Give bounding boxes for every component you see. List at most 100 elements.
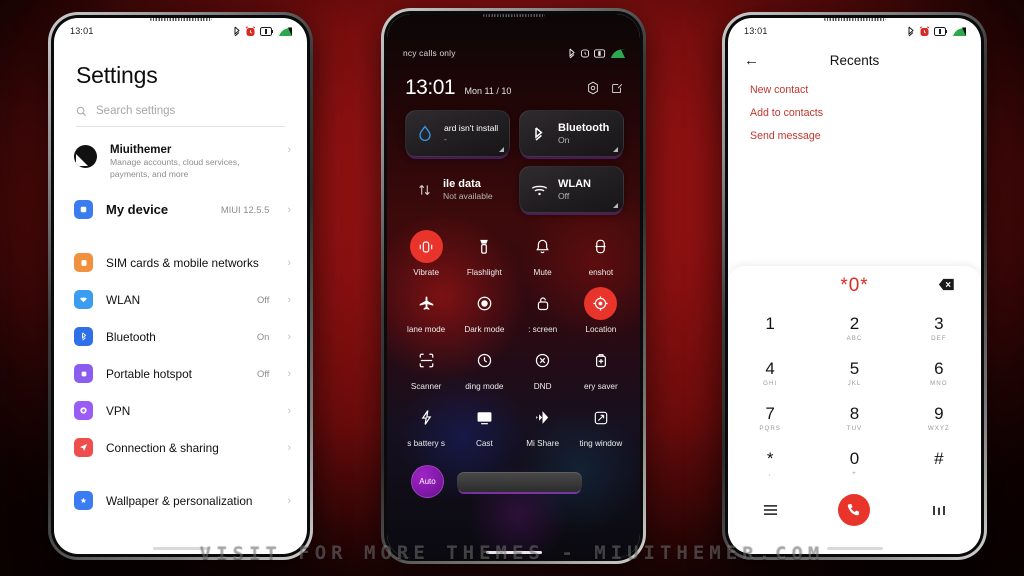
- sidebar-item-sim-cards[interactable]: SIM cards & mobile networks ›: [54, 244, 307, 281]
- auto-brightness-button[interactable]: Auto: [411, 465, 444, 498]
- toggle-mi-share[interactable]: Mi Share: [514, 397, 572, 451]
- toggle-label: Mi Share: [526, 439, 559, 448]
- key-letters: +: [852, 469, 857, 477]
- status-bar: ncy calls only: [387, 40, 640, 66]
- key-number: 5: [849, 358, 860, 378]
- option-add-to-contacts[interactable]: Add to contacts: [728, 96, 981, 119]
- toggle-floating-window[interactable]: ting window: [572, 397, 630, 451]
- brightness-row: Auto: [387, 451, 640, 498]
- key-7[interactable]: 7 PQRS: [728, 396, 812, 441]
- menu-icon: [763, 505, 777, 515]
- card-title: Bluetooth: [558, 122, 610, 134]
- key-9[interactable]: 9 WXYZ: [897, 396, 981, 441]
- option-new-contact[interactable]: New contact: [728, 73, 981, 96]
- call-button[interactable]: [812, 494, 896, 526]
- toggle-scanner[interactable]: Scanner: [397, 340, 455, 394]
- scanner-icon: [410, 344, 443, 377]
- search-input[interactable]: Search settings: [76, 105, 285, 127]
- toggle-mute[interactable]: Mute: [514, 226, 572, 280]
- option-send-message[interactable]: Send message: [728, 119, 981, 142]
- key-number: 1: [765, 313, 775, 333]
- sidebar-item-account[interactable]: Miuithemer Manage accounts, cloud servic…: [54, 133, 307, 191]
- key-letters: ABC: [846, 334, 863, 342]
- key-star[interactable]: *,: [728, 441, 812, 486]
- toggle-cast[interactable]: Cast: [455, 397, 513, 451]
- toggle-screenshot[interactable]: enshot: [572, 226, 630, 280]
- backspace-icon[interactable]: [938, 278, 955, 296]
- toggle-battery-saver[interactable]: ery saver: [572, 340, 630, 394]
- chevron-right-icon: ›: [287, 203, 291, 216]
- toggle-flashlight[interactable]: Flashlight: [455, 226, 513, 280]
- avatar: [74, 145, 97, 168]
- sidebar-item-connection-sharing[interactable]: Connection & sharing ›: [54, 429, 307, 466]
- dialer-bottom-bar: [728, 486, 981, 534]
- item-label: SIM cards & mobile networks: [106, 255, 259, 270]
- home-indicator: [485, 551, 542, 554]
- card-sim[interactable]: ard isn't install -: [405, 110, 510, 157]
- menu-button[interactable]: [728, 504, 812, 516]
- mi-share-icon: [526, 401, 559, 434]
- key-3[interactable]: 3 DEF: [897, 306, 981, 351]
- key-hash[interactable]: #: [897, 441, 981, 486]
- signal-icon: [611, 48, 625, 58]
- toggle-vibrate[interactable]: Vibrate: [397, 226, 455, 280]
- card-bluetooth[interactable]: Bluetooth On: [519, 110, 624, 157]
- edit-icon[interactable]: [611, 82, 624, 95]
- key-letters: JKL: [847, 379, 862, 387]
- status-time: 13:01: [744, 26, 768, 36]
- settings-screen: 13:01 Settings Search settings Miuitheme: [54, 18, 307, 554]
- key-number: *: [766, 448, 774, 468]
- toggle-ultra-battery-saver[interactable]: s battery s: [397, 397, 455, 451]
- dialpad-button[interactable]: [897, 504, 981, 517]
- arrow-left-icon[interactable]: ←: [744, 52, 770, 69]
- sidebar-item-wlan[interactable]: WLAN Off ›: [54, 281, 307, 318]
- key-4[interactable]: 4 GHI: [728, 351, 812, 396]
- key-number: 6: [934, 358, 944, 378]
- resize-corner-icon: [499, 147, 504, 152]
- wifi-icon: [74, 290, 93, 310]
- status-bar: 13:01: [54, 18, 307, 44]
- brightness-slider[interactable]: [457, 471, 582, 492]
- key-number: 3: [934, 313, 944, 333]
- sidebar-item-vpn[interactable]: VPN ›: [54, 392, 307, 429]
- chevron-right-icon: ›: [287, 330, 291, 343]
- key-letters: PQRS: [759, 424, 781, 432]
- item-label: Wallpaper & personalization: [106, 493, 253, 508]
- sidebar-item-portable-hotspot[interactable]: Portable hotspot Off ›: [54, 355, 307, 392]
- toggle-label: Dark mode: [464, 325, 505, 334]
- toggle-lock-screen[interactable]: : screen: [514, 283, 572, 337]
- key-letters: ,: [768, 469, 772, 477]
- toggle-location[interactable]: Location: [572, 283, 630, 337]
- dial-pad: *0* 1 2 ABC 3 DEF 4 GHI 5 JKL 6 MNO 7 PQRS 8 TU…: [728, 266, 981, 554]
- key-1[interactable]: 1: [728, 306, 812, 351]
- key-6[interactable]: 6 MNO: [897, 351, 981, 396]
- card-mobile-data[interactable]: ile data Not available: [405, 166, 510, 213]
- card-wlan[interactable]: WLAN Off: [519, 166, 624, 213]
- signal-icon: [278, 26, 292, 36]
- toggle-airplane-mode[interactable]: lane mode: [397, 283, 455, 337]
- card-title: ile data: [443, 178, 481, 190]
- account-subtitle: Manage accounts, cloud services, payment…: [110, 157, 240, 179]
- reading-mode-icon: [468, 344, 501, 377]
- toggle-dark-mode[interactable]: Dark mode: [455, 283, 513, 337]
- toggle-reading-mode[interactable]: ding mode: [455, 340, 513, 394]
- toggle-dnd[interactable]: DND: [514, 340, 572, 394]
- page-title: Settings: [76, 62, 158, 88]
- settings-gear-icon[interactable]: [586, 81, 600, 95]
- sidebar-item-my-device[interactable]: My device MIUI 12.5.5 ›: [54, 191, 307, 228]
- vibrate-icon: [409, 230, 443, 263]
- toggle-label: Cast: [475, 439, 493, 448]
- bluetooth-icon: [569, 48, 575, 58]
- list-divider: [54, 228, 307, 244]
- sidebar-item-bluetooth[interactable]: Bluetooth On ›: [54, 318, 307, 355]
- key-2[interactable]: 2 ABC: [812, 306, 896, 351]
- page-title: Recents: [829, 53, 880, 68]
- location-icon: [584, 287, 618, 320]
- item-label: Connection & sharing: [106, 440, 219, 455]
- key-8[interactable]: 8 TUV: [812, 396, 896, 441]
- key-5[interactable]: 5 JKL: [812, 351, 896, 396]
- sidebar-item-wallpaper[interactable]: Wallpaper & personalization ›: [54, 482, 307, 519]
- phone-settings: 13:01 Settings Search settings Miuitheme: [48, 12, 313, 560]
- key-0[interactable]: 0 +: [812, 441, 896, 486]
- resize-corner-icon: [613, 147, 618, 152]
